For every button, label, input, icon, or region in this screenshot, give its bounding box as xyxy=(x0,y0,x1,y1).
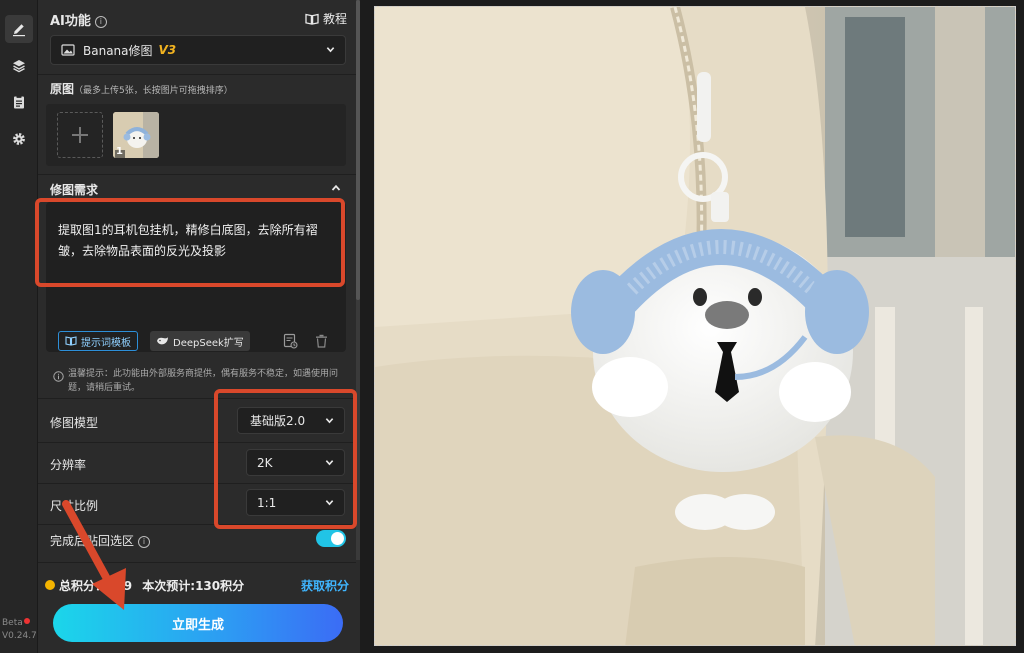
tutorial-label: 教程 xyxy=(323,12,348,26)
divider xyxy=(38,74,356,75)
model-label: 修图模型 xyxy=(50,416,99,430)
trash-icon[interactable] xyxy=(315,334,328,348)
backpack-plush-photo xyxy=(375,7,1015,645)
document-tool-button[interactable] xyxy=(5,88,33,116)
ai-feature-title: AI功能 i xyxy=(50,10,107,29)
deepseek-expand-label: DeepSeek扩写 xyxy=(173,337,244,349)
source-images-hint: （最多上传5张，长按图片可拖拽排序） xyxy=(74,86,233,96)
prompt-template-button[interactable]: 提示词模板 xyxy=(58,331,138,351)
divider xyxy=(38,174,356,175)
chevron-up-icon[interactable] xyxy=(331,183,341,193)
request-title: 修图需求 xyxy=(50,183,99,197)
version-beta-label: Beta xyxy=(2,618,23,628)
history-icon[interactable] xyxy=(283,333,298,349)
layers-icon xyxy=(13,60,25,73)
estimate-label: 本次预计: xyxy=(142,579,196,593)
annotation-arrow xyxy=(62,500,126,610)
paste-back-toggle[interactable] xyxy=(316,530,346,547)
version-number: V0.24.7 xyxy=(2,631,37,641)
generate-label: 立即生成 xyxy=(171,617,224,633)
tool-rail: Beta V0.24.7 xyxy=(0,0,38,653)
ai-model-name: Banana修图 xyxy=(83,43,153,58)
resolution-label: 分辨率 xyxy=(50,458,87,472)
gear-icon xyxy=(13,133,25,145)
canvas-image[interactable] xyxy=(374,6,1016,646)
get-points-link[interactable]: 获取积分 xyxy=(301,577,349,594)
update-dot xyxy=(23,618,30,624)
ai-feature-title-text: AI功能 xyxy=(50,14,91,29)
whale-icon xyxy=(157,337,168,345)
settings-tool-button[interactable] xyxy=(5,125,33,153)
source-images-title-text: 原图 xyxy=(50,82,75,96)
book-icon xyxy=(65,336,77,346)
annotation-highlight-request xyxy=(35,198,345,287)
annotation-highlight-settings xyxy=(214,389,357,529)
layers-tool-button[interactable] xyxy=(5,52,33,80)
book-icon xyxy=(305,13,319,25)
prompt-template-label: 提示词模板 xyxy=(81,337,131,349)
tutorial-link[interactable]: 教程 xyxy=(305,10,347,27)
info-circle-icon xyxy=(53,371,64,382)
pencil-icon xyxy=(13,24,25,37)
info-icon[interactable]: i xyxy=(138,536,151,548)
plus-icon xyxy=(72,127,88,143)
version-info: Beta V0.24.7 xyxy=(2,617,38,643)
edit-tool-button[interactable] xyxy=(5,15,33,43)
info-icon[interactable]: i xyxy=(94,16,107,28)
coin-icon xyxy=(45,580,55,590)
source-images-title: 原图（最多上传5张，长按图片可拖拽排序） xyxy=(50,80,233,97)
toggle-knob xyxy=(331,532,344,545)
add-image-button[interactable] xyxy=(57,112,103,158)
image-icon xyxy=(61,44,75,56)
deepseek-expand-button[interactable]: DeepSeek扩写 xyxy=(150,331,250,351)
ai-model-select[interactable]: Banana修图 V3 xyxy=(50,35,346,65)
clipboard-icon xyxy=(14,95,24,109)
ai-model-version-tag: V3 xyxy=(158,43,177,57)
estimate-value: 130积分 xyxy=(195,579,245,593)
source-image-thumbnail[interactable]: 1 xyxy=(113,112,159,158)
chevron-down-icon xyxy=(326,47,335,53)
thumbnail-index: 1 xyxy=(116,146,123,157)
